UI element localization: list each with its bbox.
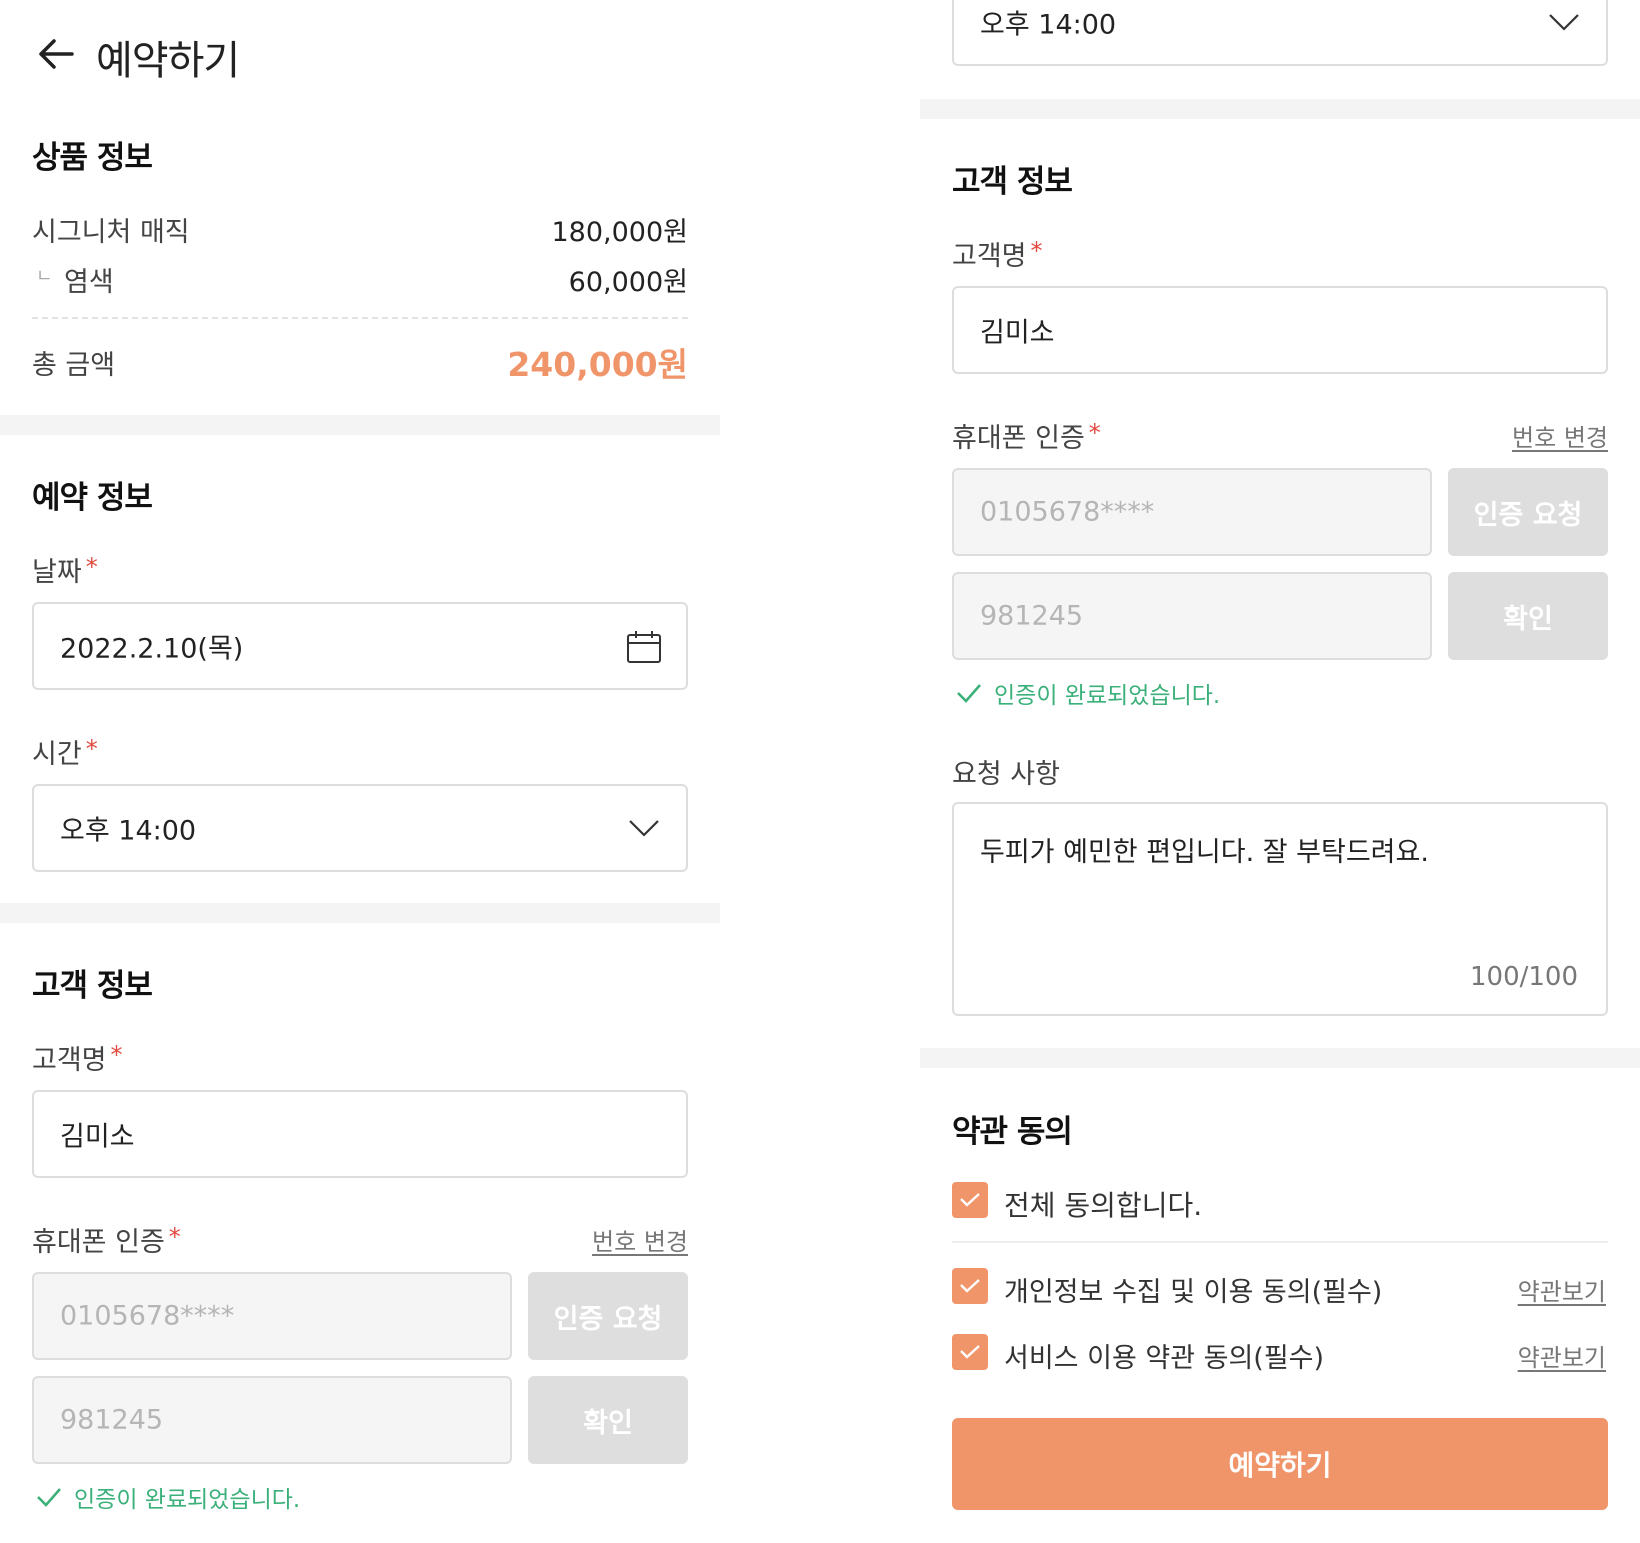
date-picker[interactable]: 2022.2.10(목) bbox=[32, 602, 688, 690]
time-select[interactable]: 오후 14:00 bbox=[32, 784, 688, 872]
submit-reservation-button[interactable]: 예약하기 bbox=[952, 1418, 1608, 1510]
name-input[interactable]: 김미소 bbox=[952, 286, 1608, 374]
back-button[interactable] bbox=[34, 32, 78, 76]
agree-all-checkbox[interactable] bbox=[952, 1182, 988, 1218]
agree-privacy-label: 개인정보 수집 및 이용 동의(필수) bbox=[1004, 1277, 1383, 1308]
phone-label: 휴대폰 인증 * bbox=[952, 419, 1101, 454]
required-mark: * bbox=[85, 553, 98, 581]
section-divider bbox=[920, 1048, 1640, 1068]
change-number-link[interactable]: 번호 변경 bbox=[592, 1222, 688, 1257]
code-input[interactable]: 981245 bbox=[32, 1376, 512, 1464]
section-divider bbox=[0, 903, 720, 923]
terms-section-title: 약관 동의 bbox=[952, 1114, 1073, 1150]
time-value: 오후 14:00 bbox=[980, 9, 1117, 41]
name-label: 고객명 * bbox=[952, 237, 1043, 272]
view-privacy-terms-link[interactable]: 약관보기 bbox=[1518, 1272, 1606, 1307]
section-divider bbox=[0, 415, 720, 435]
request-textarea[interactable]: 두피가 예민한 편입니다. 잘 부탁드려요. 100/100 bbox=[952, 802, 1608, 1016]
date-label: 날짜 * bbox=[32, 553, 98, 588]
total-label: 총 금액 bbox=[32, 350, 116, 381]
checkmark-icon bbox=[960, 1345, 980, 1359]
code-input[interactable]: 981245 bbox=[952, 572, 1432, 660]
required-mark: * bbox=[1030, 237, 1043, 265]
time-select[interactable]: 오후 14:00 bbox=[952, 0, 1608, 66]
reservation-section-title: 예약 정보 bbox=[32, 480, 153, 516]
change-number-link[interactable]: 번호 변경 bbox=[1512, 418, 1608, 453]
chevron-down-icon bbox=[629, 820, 659, 837]
phone-input[interactable]: 0105678**** bbox=[32, 1272, 512, 1360]
view-service-terms-link[interactable]: 약관보기 bbox=[1518, 1338, 1606, 1373]
name-label: 고객명 * bbox=[32, 1041, 123, 1076]
confirm-code-button[interactable]: 확인 bbox=[1448, 572, 1608, 660]
terms-divider bbox=[952, 1241, 1608, 1243]
option-prefix: ㄴ bbox=[36, 266, 53, 287]
request-label: 요청 사항 bbox=[952, 759, 1060, 790]
agree-privacy-checkbox[interactable] bbox=[952, 1268, 988, 1304]
required-mark: * bbox=[1088, 419, 1101, 447]
char-counter: 100/100 bbox=[1469, 962, 1578, 992]
phone-input[interactable]: 0105678**** bbox=[952, 468, 1432, 556]
dashed-divider bbox=[32, 317, 688, 319]
agree-service-label: 서비스 이용 약관 동의(필수) bbox=[1004, 1343, 1325, 1374]
confirm-code-button[interactable]: 확인 bbox=[528, 1376, 688, 1464]
chevron-down-icon bbox=[1549, 14, 1579, 31]
phone-value: 0105678**** bbox=[60, 1300, 235, 1332]
total-value: 240,000원 bbox=[507, 345, 688, 384]
right-screen: 오후 14:00 고객 정보 고객명 * 김미소 휴대폰 인증 * 번호 변경 01… bbox=[920, 0, 1640, 1543]
calendar-icon bbox=[627, 631, 661, 663]
check-icon bbox=[37, 1488, 61, 1507]
checkmark-icon bbox=[960, 1279, 980, 1293]
product-item-name: 시그니처 매직 bbox=[32, 217, 190, 248]
customer-section-title: 고객 정보 bbox=[952, 164, 1073, 200]
date-value: 2022.2.10(목) bbox=[60, 633, 244, 665]
verified-message: 인증이 완료되었습니다. bbox=[956, 676, 1220, 710]
phone-value: 0105678**** bbox=[980, 496, 1155, 528]
request-text: 두피가 예민한 편입니다. 잘 부탁드려요. bbox=[980, 837, 1429, 868]
request-code-button[interactable]: 인증 요청 bbox=[1448, 468, 1608, 556]
agree-all-label: 전체 동의합니다. bbox=[1004, 1189, 1203, 1222]
arrow-left-icon bbox=[39, 39, 74, 69]
code-value: 981245 bbox=[980, 600, 1084, 632]
request-code-button[interactable]: 인증 요청 bbox=[528, 1272, 688, 1360]
required-mark: * bbox=[85, 735, 98, 763]
time-value: 오후 14:00 bbox=[60, 815, 197, 847]
name-value: 김미소 bbox=[60, 1121, 135, 1153]
verified-message: 인증이 완료되었습니다. bbox=[36, 1480, 300, 1514]
product-item-price: 180,000원 bbox=[551, 217, 689, 248]
phone-label: 휴대폰 인증 * bbox=[32, 1223, 181, 1258]
section-divider bbox=[920, 99, 1640, 119]
name-input[interactable]: 김미소 bbox=[32, 1090, 688, 1178]
required-mark: * bbox=[110, 1041, 123, 1069]
code-value: 981245 bbox=[60, 1404, 164, 1436]
option-item-name: 염색 bbox=[64, 267, 114, 298]
option-item-price: 60,000원 bbox=[568, 267, 688, 298]
checkmark-icon bbox=[960, 1193, 980, 1207]
agree-service-checkbox[interactable] bbox=[952, 1334, 988, 1370]
time-label: 시간 * bbox=[32, 735, 98, 770]
required-mark: * bbox=[168, 1223, 181, 1251]
name-value: 김미소 bbox=[980, 317, 1055, 349]
left-screen: 예약하기 상품 정보 시그니처 매직 180,000원 ㄴ 염색 60,000원… bbox=[0, 0, 720, 1543]
customer-section-title: 고객 정보 bbox=[32, 968, 153, 1004]
page-title: 예약하기 bbox=[96, 38, 240, 84]
check-icon bbox=[957, 684, 981, 703]
product-section-title: 상품 정보 bbox=[32, 140, 153, 176]
